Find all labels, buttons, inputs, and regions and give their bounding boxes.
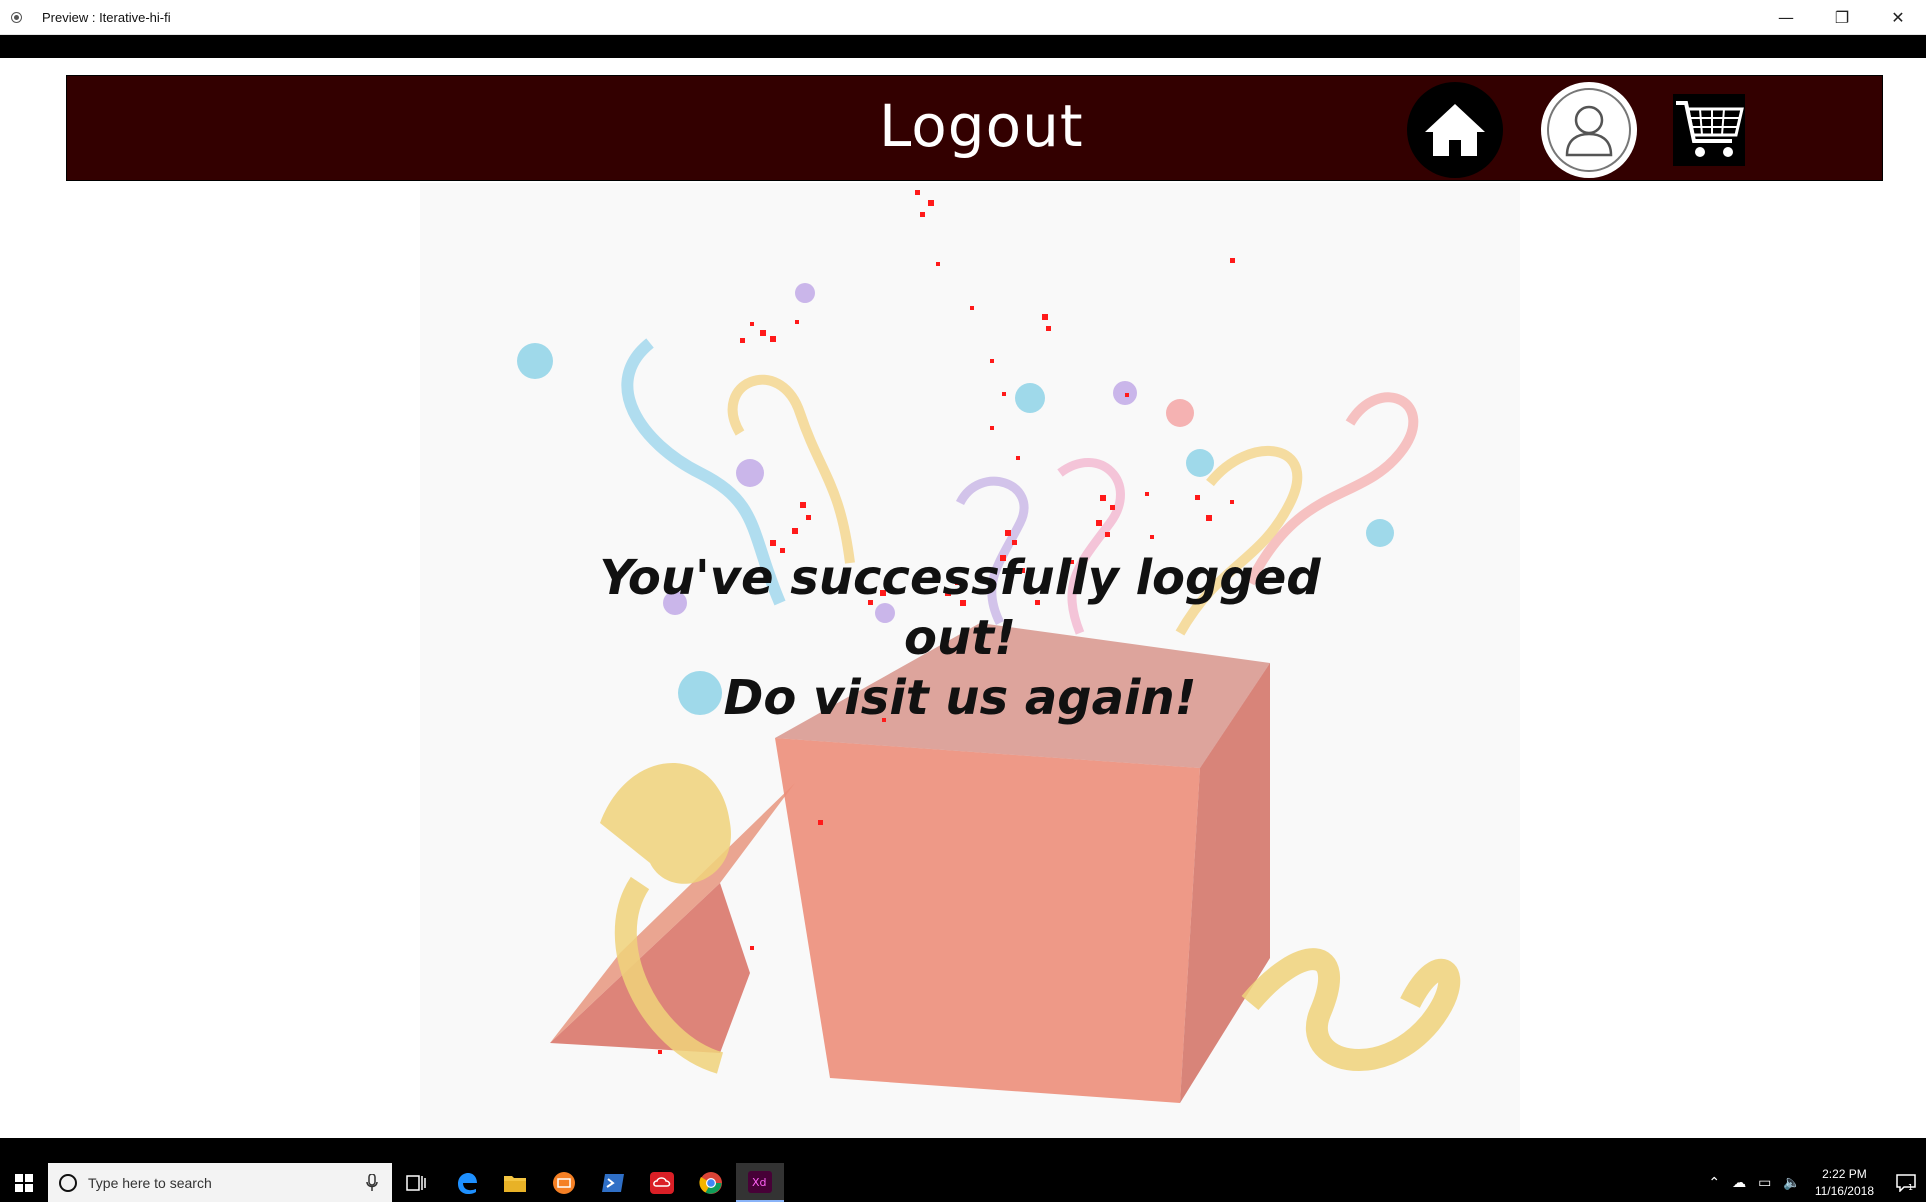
logout-message: You've successfully logged out! Do visit… [540, 548, 1380, 728]
home-icon [1425, 104, 1485, 156]
app-window-icon [11, 11, 22, 23]
powershell-icon [602, 1173, 624, 1192]
preview-top-bar [0, 35, 1926, 58]
svg-text:Xd: Xd [752, 1176, 767, 1189]
task-view-button[interactable] [392, 1163, 440, 1202]
clock-time: 2:22 PM [1822, 1166, 1867, 1181]
taskbar-search-box[interactable]: Type here to search [48, 1163, 392, 1202]
chrome-button[interactable] [687, 1163, 735, 1202]
search-placeholder: Type here to search [88, 1174, 212, 1191]
notification-icon: 1 [1896, 1173, 1916, 1192]
adobe-xd-button[interactable]: Xd [736, 1163, 784, 1202]
task-view-icon [406, 1174, 426, 1191]
profile-ring [1547, 88, 1631, 172]
app-icon [553, 1171, 575, 1194]
file-explorer-button[interactable] [491, 1163, 539, 1202]
app-button[interactable] [540, 1163, 588, 1202]
window-title: Preview : Iterative-hi-fi [42, 9, 171, 25]
powershell-button[interactable] [589, 1163, 637, 1202]
logout-message-line1: You've successfully logged out! [599, 550, 1321, 666]
page-title: Logout [879, 92, 1084, 160]
chrome-icon [699, 1171, 722, 1194]
notification-count: 1 [1908, 1183, 1913, 1192]
microphone-icon[interactable] [366, 1174, 378, 1192]
close-button[interactable]: ✕ [1870, 0, 1926, 34]
restore-button[interactable]: ❐ [1814, 0, 1870, 34]
file-explorer-icon [504, 1175, 526, 1192]
cortana-icon [59, 1173, 77, 1192]
home-button[interactable] [1407, 82, 1503, 178]
clock-date: 11/16/2018 [1814, 1183, 1874, 1198]
edge-icon [458, 1172, 477, 1194]
start-button[interactable] [0, 1163, 48, 1202]
system-tray: ⌃ ☁ ▭ 🔈 2:22 PM 11/16/2018 1 [1702, 1163, 1926, 1202]
action-center-button[interactable]: 1 [1886, 1163, 1926, 1202]
cart-button[interactable] [1673, 94, 1745, 166]
logout-message-line2: Do visit us again! [723, 670, 1197, 726]
user-profile-icon [1565, 105, 1613, 157]
creative-cloud-button[interactable] [638, 1163, 686, 1202]
creative-cloud-icon [650, 1171, 674, 1194]
windows-logo-icon [15, 1173, 33, 1192]
adobe-xd-icon: Xd [748, 1170, 772, 1193]
volume-icon[interactable]: 🔈 [1783, 1175, 1800, 1191]
chevron-up-icon[interactable]: ⌃ [1708, 1175, 1720, 1191]
onedrive-icon[interactable]: ☁ [1732, 1175, 1746, 1191]
window-controls: — ❐ ✕ [1758, 0, 1926, 34]
network-icon[interactable]: ▭ [1758, 1175, 1771, 1191]
profile-button[interactable] [1541, 82, 1637, 178]
clock[interactable]: 2:22 PM 11/16/2018 [1815, 1166, 1874, 1200]
minimize-button[interactable]: — [1758, 0, 1814, 34]
app-header: Logout [66, 75, 1883, 181]
shopping-cart-icon [1676, 101, 1744, 157]
edge-button[interactable] [443, 1163, 491, 1202]
window-title-bar: Preview : Iterative-hi-fi — ❐ ✕ [0, 0, 1926, 35]
